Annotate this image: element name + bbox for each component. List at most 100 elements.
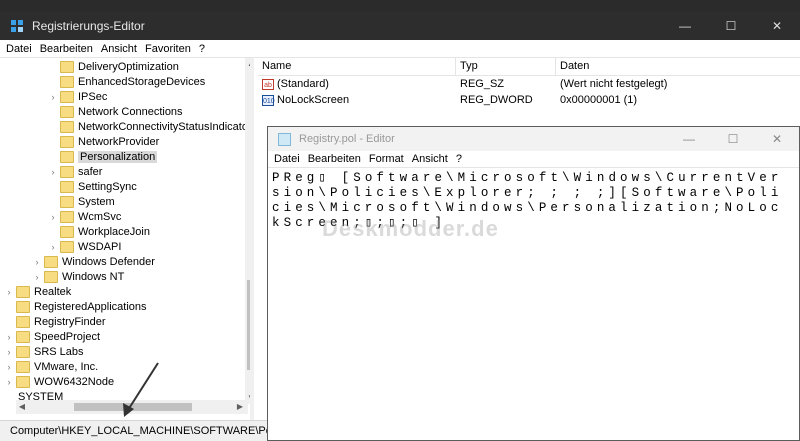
menu-datei[interactable]: Datei [272,153,306,165]
tree-item[interactable]: System [48,195,115,209]
value-data: (Wert nicht festgelegt) [560,78,668,90]
menu-help[interactable]: ? [197,43,211,55]
menu-favoriten[interactable]: Favoriten [143,43,197,55]
menu-bar: Datei Bearbeiten Ansicht Favoriten ? [0,40,800,58]
tree-item-label: System [78,196,115,208]
tree-item[interactable]: › WSDAPI [48,240,121,254]
value-name: (Standard) [277,78,329,90]
folder-icon [16,316,30,328]
tree-item[interactable]: › safer [48,165,102,179]
folder-icon [60,166,74,178]
window-title: Registrierungs-Editor [32,19,145,33]
tree-item[interactable]: › Windows Defender [32,255,155,269]
string-value-icon: ab [262,78,274,90]
minimize-button[interactable]: — [667,127,711,151]
minimize-button[interactable]: — [662,12,708,40]
folder-icon [16,331,30,343]
tree-item[interactable]: EnhancedStorageDevices [48,75,205,89]
expand-icon[interactable]: › [48,242,58,252]
tree-item[interactable]: SettingSync [48,180,137,194]
column-header-data[interactable]: Daten [556,58,800,75]
column-header-type[interactable]: Typ [456,58,556,75]
folder-icon [60,136,74,148]
tree-item[interactable]: NetworkConnectivityStatusIndicator [48,120,252,134]
menu-format[interactable]: Format [367,153,410,165]
value-type: REG_DWORD [460,94,533,106]
menu-ansicht[interactable]: Ansicht [410,153,454,165]
expand-icon[interactable]: › [8,332,14,342]
tree-item-label: safer [78,166,103,178]
scroll-right-icon[interactable]: ▶ [234,400,246,414]
tree-item[interactable]: › SpeedProject [8,330,100,344]
column-headers: Name Typ Daten [258,58,800,76]
tree-horizontal-scrollbar[interactable]: ◀ ▶ [16,400,248,414]
tree-item-label: Realtek [34,286,72,298]
key-tree[interactable]: DeliveryOptimization EnhancedStorageDevi… [8,58,254,420]
tree-item[interactable]: › WOW6432Node [8,375,114,389]
tree-item[interactable]: › SRS Labs [8,345,84,359]
expand-icon[interactable]: › [48,212,58,222]
watermark: Deskmodder.de [322,216,499,241]
scroll-left-icon[interactable]: ◀ [16,400,28,414]
menu-ansicht[interactable]: Ansicht [99,43,143,55]
folder-icon [60,76,74,88]
tree-item-label: NetworkConnectivityStatusIndicator [78,121,252,133]
expand-icon[interactable]: › [32,272,42,282]
folder-icon [60,181,74,193]
folder-icon [44,256,58,268]
scroll-thumb[interactable] [74,403,192,411]
registry-editor-titlebar[interactable]: Registrierungs-Editor — ☐ ✕ [0,12,800,40]
expand-icon[interactable]: › [8,287,14,297]
tree-item-label: WOW6432Node [34,376,115,388]
value-name: NoLockScreen [277,94,350,106]
tree-item-label: SpeedProject [34,331,101,343]
tree-item[interactable]: › Windows NT [32,270,124,284]
expand-icon[interactable]: › [8,377,14,387]
value-row[interactable]: ab (Standard) REG_SZ (Wert nicht festgele… [262,78,792,93]
tree-vertical-scrollbar[interactable]: ▲ ▼ [245,58,250,404]
close-button[interactable]: ✕ [755,127,799,151]
menu-bearbeiten[interactable]: Bearbeiten [38,43,99,55]
expand-icon[interactable]: › [32,257,42,267]
scroll-thumb[interactable] [247,280,250,370]
tree-item-label: WorkplaceJoin [78,226,150,238]
tree-item-label: SRS Labs [34,346,84,358]
folder-icon [16,301,30,313]
maximize-button[interactable]: ☐ [708,12,754,40]
menu-bearbeiten[interactable]: Bearbeiten [306,153,367,165]
close-button[interactable]: ✕ [754,12,800,40]
scroll-up-icon[interactable]: ▲ [245,58,250,70]
value-row[interactable]: 010 NoLockScreen REG_DWORD 0x00000001 (1) [262,94,792,109]
tree-item-personalization[interactable]: Personalization [48,150,158,164]
tree-item[interactable]: DeliveryOptimization [48,60,179,74]
expand-icon[interactable]: › [48,167,58,177]
tree-item-label: Personalization [78,151,158,163]
notepad-window: Registry.pol - Editor — ☐ ✕ Datei Bearbe… [267,126,800,441]
folder-icon [60,196,74,208]
tree-item-label: EnhancedStorageDevices [78,76,206,88]
tree-item[interactable]: Network Connections [48,105,183,119]
tree-item-label: RegistryFinder [34,316,106,328]
tree-item[interactable]: RegistryFinder [8,315,106,329]
tree-item[interactable]: › IPSec [48,90,107,104]
tree-item-label: NetworkProvider [78,136,160,148]
tree-item[interactable]: › Realtek [8,285,71,299]
value-data: 0x00000001 (1) [560,94,638,106]
menu-help[interactable]: ? [454,153,468,165]
folder-icon [60,91,74,103]
tree-item-label: WcmSvc [78,211,122,223]
notepad-titlebar[interactable]: Registry.pol - Editor — ☐ ✕ [268,127,799,151]
tree-item[interactable]: › WcmSvc [48,210,121,224]
tree-item[interactable]: NetworkProvider [48,135,159,149]
tree-item[interactable]: RegisteredApplications [8,300,147,314]
tree-item-label: VMware, Inc. [34,361,99,373]
maximize-button[interactable]: ☐ [711,127,755,151]
tree-item[interactable]: WorkplaceJoin [48,225,150,239]
tree-item[interactable]: › VMware, Inc. [8,360,98,374]
menu-datei[interactable]: Datei [4,43,38,55]
column-header-name[interactable]: Name [258,58,456,75]
expand-icon[interactable]: › [8,347,14,357]
expand-icon[interactable]: › [48,92,58,102]
folder-icon [44,271,58,283]
expand-icon[interactable]: › [8,362,14,372]
